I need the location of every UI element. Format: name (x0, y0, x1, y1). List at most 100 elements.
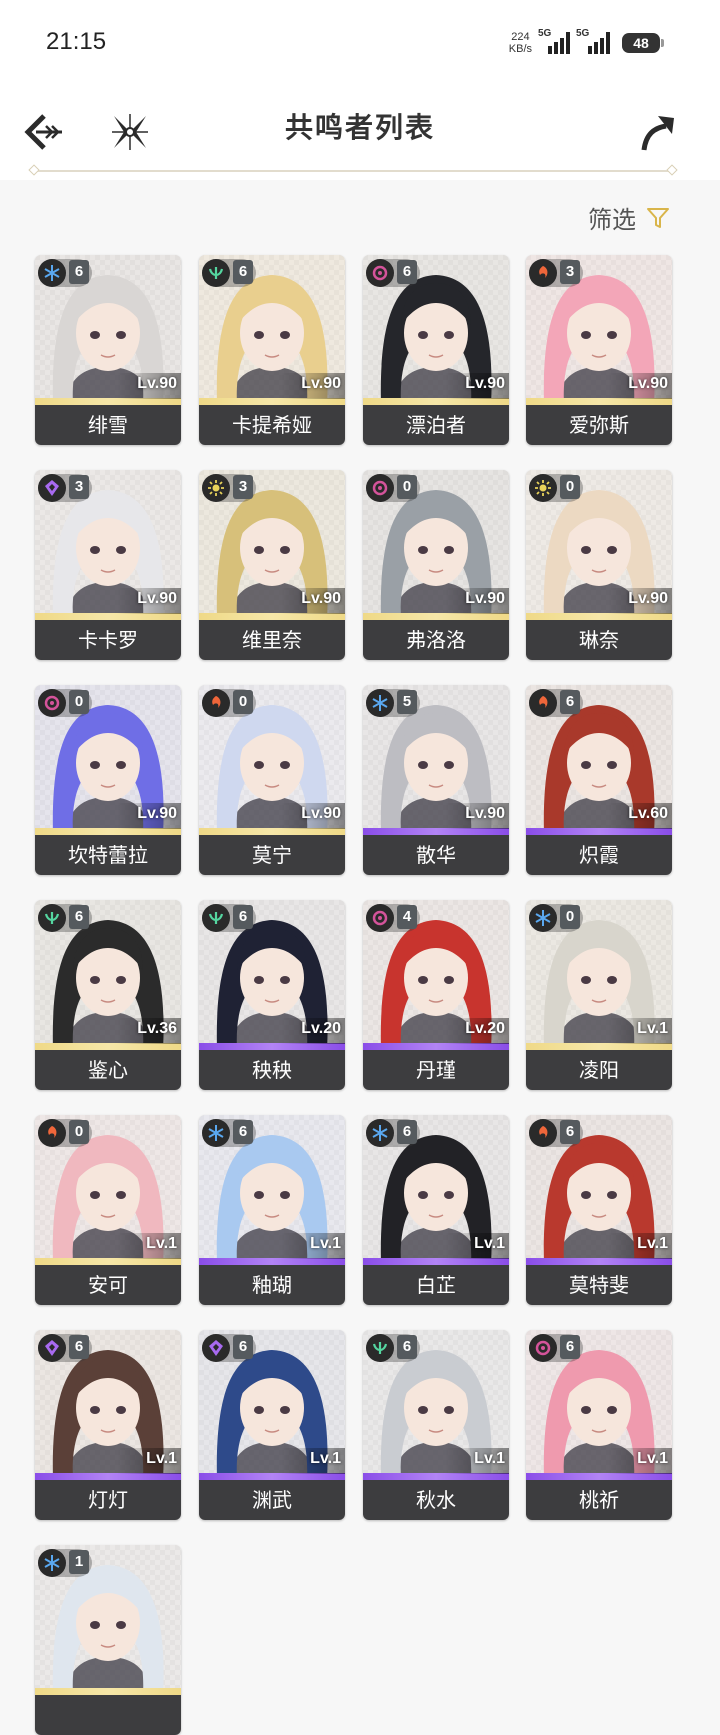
glacio-element-icon (38, 259, 66, 287)
level-label: Lv.90 (628, 590, 668, 607)
character-card[interactable]: Lv.20 4 丹瑾 (363, 900, 509, 1090)
level-label: Lv.1 (637, 1235, 668, 1252)
rarity-bar (526, 398, 672, 405)
level-label: Lv.90 (465, 375, 505, 392)
rarity-bar (35, 1473, 181, 1480)
rarity-bar (199, 828, 345, 835)
rarity-bar (35, 398, 181, 405)
character-name: 丹瑾 (363, 1050, 509, 1090)
character-card[interactable]: Lv.90 6 漂泊者 (363, 255, 509, 445)
character-card[interactable]: Lv.1 0 安可 (35, 1115, 181, 1305)
character-card[interactable]: Lv.90 3 爱弥斯 (526, 255, 672, 445)
level-label: Lv.90 (465, 805, 505, 822)
character-card[interactable]: 1 (35, 1545, 181, 1735)
character-card[interactable]: Lv.90 6 绯雪 (35, 255, 181, 445)
header-divider (36, 170, 670, 172)
character-card[interactable]: Lv.90 5 散华 (363, 685, 509, 875)
rarity-bar (363, 398, 509, 405)
character-name: 渊武 (199, 1480, 345, 1520)
character-card[interactable]: Lv.90 3 卡卡罗 (35, 470, 181, 660)
status-icons: 224 KB/s 5G 5G 48 (509, 28, 664, 58)
status-time: 21:15 (46, 28, 107, 55)
character-card[interactable]: Lv.36 6 鉴心 (35, 900, 181, 1090)
character-name: 莫特斐 (526, 1265, 672, 1305)
level-label: Lv.1 (310, 1450, 341, 1467)
character-card[interactable]: Lv.1 6 灯灯 (35, 1330, 181, 1520)
level-label: Lv.1 (637, 1020, 668, 1037)
havoc-element-icon (38, 689, 66, 717)
page-title: 共鸣者列表 (284, 111, 435, 144)
character-name: 漂泊者 (363, 405, 509, 445)
share-button[interactable] (634, 108, 682, 156)
resonance-chain-count: 3 (560, 260, 580, 284)
character-name: 灯灯 (35, 1480, 181, 1520)
filter-label: 筛选 (588, 206, 636, 234)
character-name: 维里奈 (199, 620, 345, 660)
resonance-chain-count: 6 (233, 1335, 253, 1359)
character-card[interactable]: Lv.90 0 莫宁 (199, 685, 345, 875)
havoc-element-icon (366, 259, 394, 287)
filter-button[interactable]: 筛选 (588, 200, 670, 235)
character-name: 鉴心 (35, 1050, 181, 1090)
rarity-bar (526, 1043, 672, 1050)
level-label: Lv.1 (637, 1450, 668, 1467)
character-card[interactable]: Lv.20 6 秧秧 (199, 900, 345, 1090)
character-card[interactable]: Lv.1 6 莫特斐 (526, 1115, 672, 1305)
battery-level: 48 (633, 35, 649, 51)
glacio-element-icon (366, 689, 394, 717)
character-card[interactable]: Lv.90 0 弗洛洛 (363, 470, 509, 660)
rarity-bar (199, 613, 345, 620)
level-label: Lv.90 (301, 590, 341, 607)
character-name: 莫宁 (199, 835, 345, 875)
character-card[interactable]: Lv.90 3 维里奈 (199, 470, 345, 660)
rarity-bar (526, 1258, 672, 1265)
character-name: 桃祈 (526, 1480, 672, 1520)
electro-element-icon (38, 1334, 66, 1362)
status-bar: 21:15 224 KB/s 5G 5G 48 (0, 0, 720, 90)
level-label: Lv.90 (301, 375, 341, 392)
character-card[interactable]: Lv.1 0 凌阳 (526, 900, 672, 1090)
character-name: 散华 (363, 835, 509, 875)
havoc-element-icon (366, 904, 394, 932)
resonance-chain-count: 3 (69, 475, 89, 499)
rarity-bar (363, 828, 509, 835)
fusion-element-icon (38, 1119, 66, 1147)
character-card[interactable]: Lv.90 0 琳奈 (526, 470, 672, 660)
level-label: Lv.1 (146, 1235, 177, 1252)
level-label: Lv.90 (137, 590, 177, 607)
character-card[interactable]: Lv.60 6 炽霞 (526, 685, 672, 875)
character-name: 坎特蕾拉 (35, 835, 181, 875)
character-card[interactable]: Lv.1 6 釉瑚 (199, 1115, 345, 1305)
resonance-chain-count: 6 (233, 1120, 253, 1144)
character-name: 弗洛洛 (363, 620, 509, 660)
resonance-chain-count: 0 (69, 1120, 89, 1144)
share-arrow-icon (641, 116, 674, 151)
level-label: Lv.1 (474, 1235, 505, 1252)
rarity-bar (199, 1473, 345, 1480)
level-label: Lv.90 (628, 375, 668, 392)
spectro-element-icon (202, 474, 230, 502)
rarity-bar (363, 1258, 509, 1265)
resonance-chain-count: 0 (560, 905, 580, 929)
rarity-bar (35, 1688, 181, 1695)
character-card[interactable]: Lv.90 6 卡提希娅 (199, 255, 345, 445)
resonance-chain-count: 6 (397, 1335, 417, 1359)
rarity-bar (199, 1258, 345, 1265)
resonance-chain-count: 0 (560, 475, 580, 499)
character-name: 炽霞 (526, 835, 672, 875)
character-card[interactable]: Lv.1 6 渊武 (199, 1330, 345, 1520)
aero-element-icon (38, 904, 66, 932)
header: 共鸣者列表 (0, 90, 720, 180)
resonance-chain-count: 6 (397, 1120, 417, 1144)
character-card[interactable]: Lv.1 6 秋水 (363, 1330, 509, 1520)
character-card[interactable]: Lv.1 6 桃祈 (526, 1330, 672, 1520)
character-card[interactable]: Lv.1 6 白芷 (363, 1115, 509, 1305)
level-label: Lv.1 (474, 1450, 505, 1467)
level-label: Lv.20 (301, 1020, 341, 1037)
rarity-bar (526, 828, 672, 835)
character-card[interactable]: Lv.90 0 坎特蕾拉 (35, 685, 181, 875)
level-label: Lv.90 (301, 805, 341, 822)
resonance-chain-count: 6 (69, 905, 89, 929)
glacio-element-icon (529, 904, 557, 932)
level-label: Lv.36 (137, 1020, 177, 1037)
